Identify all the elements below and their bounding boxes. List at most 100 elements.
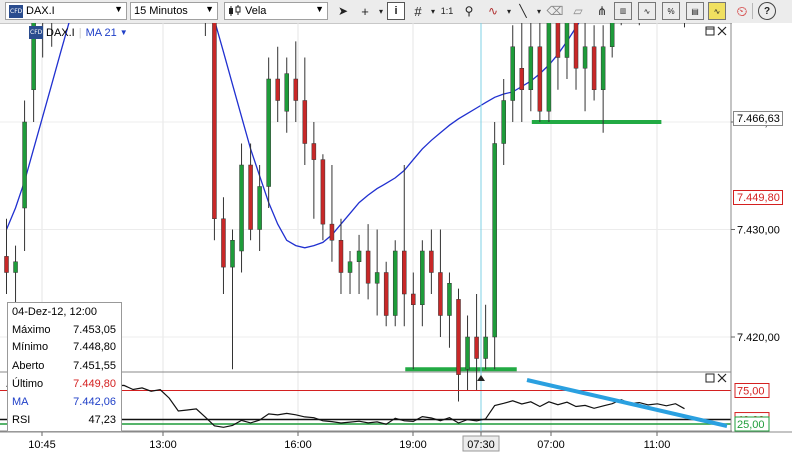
candle-body (383, 272, 389, 316)
candle-body (356, 250, 362, 262)
chart-percent-icon[interactable]: % (662, 2, 680, 20)
chart-legend: CFD DAX.I | MA 21 ▼ (26, 26, 128, 39)
candle-body (510, 46, 515, 101)
timeframe-label: 15 Minutos (134, 5, 188, 17)
chevron-down-icon: ▼ (315, 4, 324, 14)
candle-body (456, 299, 461, 375)
row-label: Máximo (12, 324, 51, 336)
chart-highlight-icon[interactable]: ∿ (708, 2, 726, 20)
candle-body (528, 46, 534, 90)
time-tick-label: 10:45 (28, 439, 56, 451)
zoom-1to1-icon[interactable]: 1:1 (438, 2, 456, 20)
candle-body (257, 186, 262, 230)
help-icon[interactable]: ? (758, 2, 776, 20)
annotations (405, 120, 662, 372)
candle-body (302, 100, 308, 144)
row-label: Último (12, 378, 44, 390)
candle-body (347, 261, 353, 273)
eraser-icon[interactable]: ⌫ (546, 2, 564, 20)
data-window-row: Aberto 7.451,55 (12, 360, 118, 375)
candle-body (402, 250, 407, 295)
row-value: 7.451,55 (73, 360, 116, 372)
chart-volume-icon[interactable]: ▤ (686, 2, 704, 20)
candle-body (537, 46, 543, 112)
candle-body (447, 283, 452, 316)
close-icon (717, 26, 727, 36)
candle-body (429, 250, 434, 273)
crosshair-marker (477, 375, 485, 381)
candle-body (591, 46, 597, 90)
timeframe-selector[interactable]: 15 Minutos ▼ (130, 2, 218, 20)
price-axis: 7.420,007.430,007.440,007.450,007.460,00… (730, 23, 792, 455)
row-label: Aberto (12, 360, 45, 372)
time-tick-label: 19:00 (399, 439, 427, 451)
legend-separator: | (78, 26, 82, 39)
candle-body (221, 218, 226, 268)
candle-body (392, 250, 398, 316)
candle-body (573, 23, 579, 69)
chevron-down-icon[interactable]: ▼ (120, 28, 128, 37)
candle-body (582, 46, 588, 69)
zoom-icon[interactable]: ⚲ (460, 2, 478, 20)
candle-body (465, 336, 470, 370)
candle-body (230, 240, 235, 268)
candle-body (329, 223, 335, 241)
candle-body (438, 272, 443, 316)
candle-body (293, 78, 299, 101)
price-tick-label: 7.420,00 (737, 332, 780, 344)
close-icon (717, 373, 727, 383)
candle-body (420, 250, 425, 305)
crosshair-price-tag: 7.466,63 (733, 111, 783, 126)
chevron-down-icon: ▼ (114, 4, 123, 14)
candle-body (365, 250, 371, 284)
chart-style-selector[interactable]: Vela ▼ (224, 2, 328, 20)
toolbar-divider (752, 3, 753, 19)
candle-body (600, 46, 606, 90)
legend-ma[interactable]: MA 21 (86, 27, 117, 39)
row-label: MA (12, 396, 29, 408)
row-label: Mínimo (12, 341, 49, 353)
candle-body (546, 23, 552, 112)
candle-body (564, 23, 570, 58)
ruler-icon[interactable]: ⏥ (569, 2, 587, 20)
data-window-row: Máximo 7.453,05 (12, 324, 118, 339)
cfd-icon: CFD (9, 4, 23, 18)
chart-compare-icon[interactable]: ∿ (638, 2, 656, 20)
chart-type-icon[interactable]: ▥ (614, 2, 632, 20)
rsi-level-label: 75,00 (737, 386, 765, 398)
chevron-down-icon: ▼ (205, 4, 214, 14)
chart-style-label: Vela (245, 5, 267, 17)
data-window-row: MA 7.442,06 (12, 396, 118, 411)
legend-symbol[interactable]: DAX.I (46, 27, 75, 39)
candle-body (519, 68, 525, 90)
restore-icon (705, 26, 715, 36)
data-window-row: Mínimo 7.448,80 (12, 341, 118, 356)
symbol-selector[interactable]: CFD DAX.I ▼ (5, 2, 127, 20)
cursor-icon[interactable]: ➤ (334, 2, 352, 20)
fibonacci-icon[interactable]: ⋔ (593, 2, 611, 20)
candle-body (212, 23, 217, 219)
row-value: 7.453,05 (73, 324, 116, 336)
candle-body (411, 293, 416, 305)
toolbar: CFD DAX.I ▼ 15 Minutos ▼ Vela ▼ ➤ + ▾ i … (0, 0, 792, 24)
time-tick-label: 07:00 (537, 439, 565, 451)
time-tick-label: 13:00 (149, 439, 177, 451)
candle-body (492, 143, 497, 338)
candle-body (239, 164, 244, 252)
candle-body (275, 78, 280, 101)
candle-body (338, 240, 344, 273)
candle-body (474, 336, 479, 359)
info-icon[interactable]: i (387, 2, 405, 20)
alarm-icon[interactable]: ⏲ (733, 2, 751, 20)
rsi-level-label: 25,00 (737, 419, 765, 431)
candle-body (284, 73, 289, 112)
panel-controls (705, 26, 727, 383)
candle-body (374, 272, 380, 284)
candle-body (555, 23, 561, 58)
row-value: 7.448,80 (73, 341, 116, 353)
symbol-selector-label: DAX.I (26, 5, 55, 17)
cfd-icon: CFD (29, 26, 43, 39)
candle-body (13, 261, 18, 273)
ma21-series (5, 23, 580, 249)
row-value: 47,23 (88, 414, 116, 426)
